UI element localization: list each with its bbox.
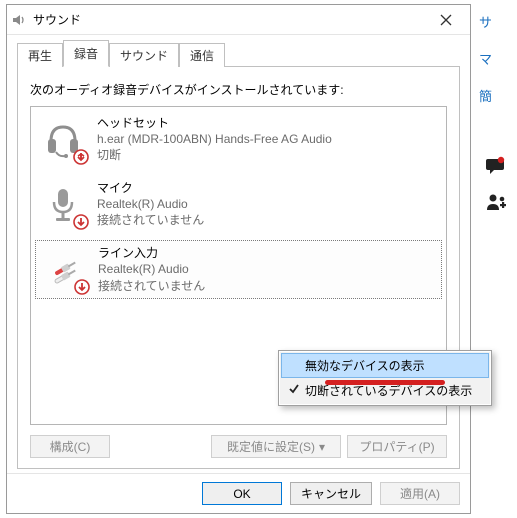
titlebar: サウンド [7, 5, 470, 35]
cancel-button[interactable]: キャンセル [290, 482, 372, 505]
close-button[interactable] [426, 6, 466, 34]
sound-dialog: サウンド 再生 録音 サウンド 通信 次のオーディオ録音デバイスがインストールさ… [6, 4, 471, 514]
properties-button[interactable]: プロパティ(P) [347, 435, 447, 458]
linein-icon [40, 245, 88, 293]
status-badge-down-icon [73, 149, 89, 165]
people-icon[interactable] [485, 191, 507, 213]
apply-label: 適用(A) [400, 485, 440, 502]
microphone-icon [39, 180, 87, 228]
instruction-text: 次のオーディオ録音デバイスがインストールされています: [30, 81, 447, 98]
device-name: ヘッドセット [97, 115, 332, 131]
configure-label: 構成(C) [50, 438, 91, 455]
device-text: マイク Realtek(R) Audio 接続されていません [97, 180, 204, 229]
device-status: 接続されていません [97, 212, 204, 228]
set-default-button[interactable]: 既定値に設定(S) ▾ [211, 435, 341, 458]
window-body: 再生 録音 サウンド 通信 次のオーディオ録音デバイスがインストールされています… [7, 35, 470, 473]
device-text: ライン入力 Realtek(R) Audio 接続されていません [98, 245, 205, 294]
device-subtitle: h.ear (MDR-100ABN) Hands-Free AG Audio [97, 131, 332, 147]
device-item[interactable]: ヘッドセット h.ear (MDR-100ABN) Hands-Free AG … [31, 107, 446, 172]
tab-communications[interactable]: 通信 [179, 43, 225, 67]
gutter-link-3[interactable]: 簡 [479, 86, 517, 105]
chevron-down-icon: ▾ [319, 440, 325, 454]
gutter-link-2[interactable]: マ [479, 49, 517, 68]
tab-sounds[interactable]: サウンド [109, 43, 179, 67]
headset-icon [39, 115, 87, 163]
tab-playback[interactable]: 再生 [17, 43, 63, 67]
tab-strip: 再生 録音 サウンド 通信 [17, 43, 460, 67]
menu-show-disabled-label: 無効なデバイスの表示 [305, 357, 425, 374]
ok-label: OK [233, 487, 250, 501]
device-status: 接続されていません [98, 278, 205, 294]
gutter-link-1[interactable]: サ [479, 12, 517, 31]
status-badge-down-icon [74, 279, 90, 295]
menu-show-disabled[interactable]: 無効なデバイスの表示 [281, 353, 489, 378]
device-subtitle: Realtek(R) Audio [97, 196, 204, 212]
menu-show-disconnected[interactable]: 切断されているデバイスの表示 [281, 378, 489, 403]
device-text: ヘッドセット h.ear (MDR-100ABN) Hands-Free AG … [97, 115, 332, 164]
properties-label: プロパティ(P) [359, 438, 434, 455]
status-badge-down-icon [73, 214, 89, 230]
cancel-label: キャンセル [301, 485, 361, 502]
device-action-row: 構成(C) 既定値に設定(S) ▾ プロパティ(P) [30, 425, 447, 458]
context-menu[interactable]: 無効なデバイスの表示 切断されているデバイスの表示 [278, 350, 492, 406]
device-status: 切断 [97, 147, 332, 163]
apply-button[interactable]: 適用(A) [380, 482, 460, 505]
set-default-label: 既定値に設定(S) [227, 438, 315, 455]
app-icon [11, 12, 27, 28]
dialog-button-row: OK キャンセル 適用(A) [7, 473, 470, 513]
tab-recording[interactable]: 録音 [63, 40, 109, 67]
device-item[interactable]: マイク Realtek(R) Audio 接続されていません [31, 172, 446, 237]
tab-page-recording: 次のオーディオ録音デバイスがインストールされています: [17, 67, 460, 469]
check-icon [287, 382, 301, 396]
ok-button[interactable]: OK [202, 482, 282, 505]
configure-button[interactable]: 構成(C) [30, 435, 110, 458]
chat-bubble-icon[interactable] [485, 155, 507, 177]
annotation-red-mark [325, 380, 445, 385]
device-subtitle: Realtek(R) Audio [98, 261, 205, 277]
device-name: ライン入力 [98, 245, 205, 261]
window-title: サウンド [33, 11, 426, 28]
device-item[interactable]: ライン入力 Realtek(R) Audio 接続されていません [35, 240, 442, 299]
device-name: マイク [97, 180, 204, 196]
settings-gutter: サ マ 簡 [475, 4, 517, 504]
